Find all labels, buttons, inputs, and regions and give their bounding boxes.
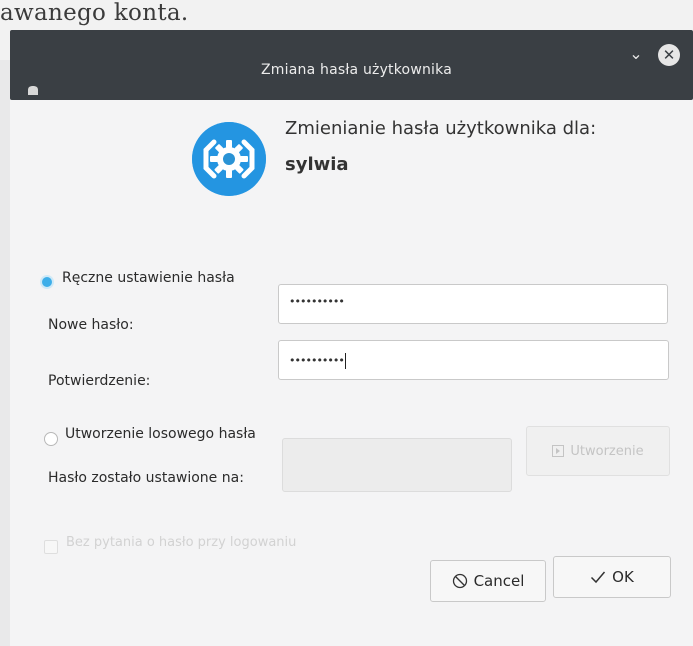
confirm-password-label: Potwierdzenie: <box>48 373 151 389</box>
no-password-login-checkbox[interactable] <box>44 540 58 554</box>
password-set-to-label: Hasło zostało ustawione na: <box>48 470 244 486</box>
ok-button-label: OK <box>612 568 634 586</box>
manual-password-radio-label[interactable]: Ręczne ustawienie hasła <box>62 270 235 286</box>
generate-password-button-label: Utworzenie <box>570 443 644 459</box>
dialog-titlebar[interactable]: Zmiana hasła użytkownika ⌄ ✕ <box>10 30 693 100</box>
manual-password-radio[interactable] <box>40 275 54 289</box>
close-icon: ✕ <box>662 46 676 64</box>
new-password-label: Nowe hasło: <box>48 317 134 333</box>
generate-password-button[interactable]: Utworzenie <box>526 426 670 476</box>
random-password-radio[interactable] <box>44 432 58 446</box>
checkmark-icon <box>591 571 606 584</box>
dialog-title: Zmiana hasła użytkownika <box>261 62 452 78</box>
confirm-password-input[interactable]: •••••••••• <box>278 340 669 380</box>
minimize-button[interactable]: ⌄ <box>626 44 646 64</box>
random-password-radio-label[interactable]: Utworzenie losowego hasła <box>65 426 256 442</box>
background-text: awanego konta. <box>0 0 189 26</box>
close-button[interactable]: ✕ <box>658 44 680 66</box>
cancel-icon <box>452 573 467 589</box>
chevron-down-icon: ⌄ <box>629 44 643 63</box>
text-cursor <box>344 353 346 369</box>
cancel-button[interactable]: Cancel <box>430 560 546 602</box>
confirm-password-value: •••••••••• <box>289 354 345 367</box>
username-label: sylwia <box>285 154 349 175</box>
generate-icon <box>552 445 565 457</box>
dialog-heading: Zmienianie hasła użytkownika dla: <box>285 118 597 139</box>
app-icon <box>26 84 40 98</box>
generated-password-field[interactable] <box>282 438 512 492</box>
no-password-login-label[interactable]: Bez pytania o hasło przy logowaniu <box>66 535 296 550</box>
ok-button[interactable]: OK <box>553 556 671 598</box>
cancel-button-label: Cancel <box>473 572 525 590</box>
kde-logo-icon <box>190 120 268 198</box>
new-password-value: •••••••••• <box>289 295 345 308</box>
new-password-input[interactable]: •••••••••• <box>278 284 668 324</box>
